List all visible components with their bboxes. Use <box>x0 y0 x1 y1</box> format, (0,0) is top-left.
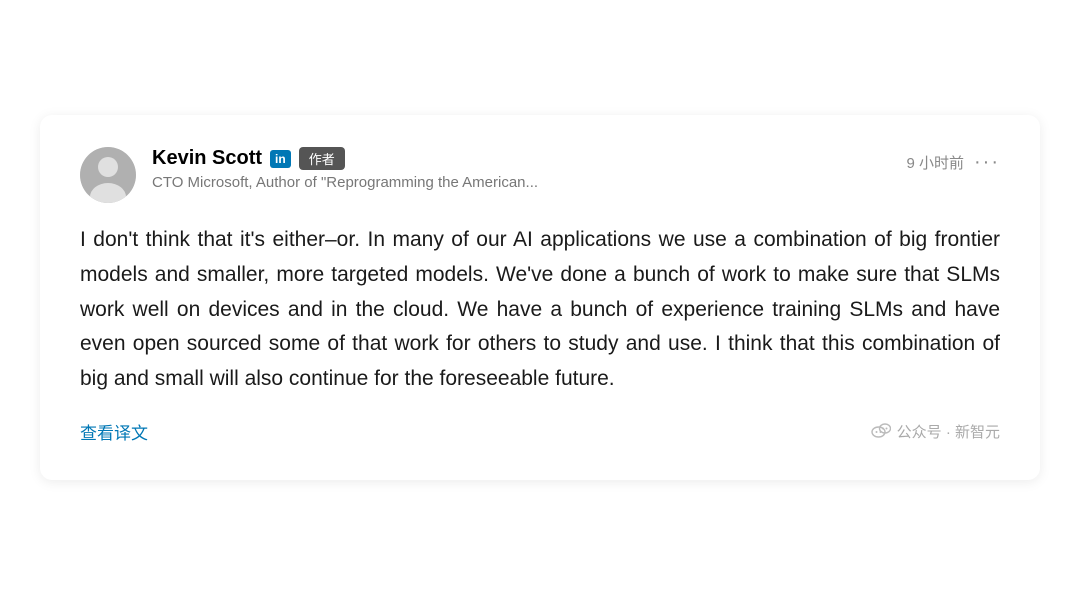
watermark: 公众号 · 新智元 <box>871 421 1000 442</box>
post-body: I don't think that it's either–or. In ma… <box>80 223 1000 396</box>
more-options[interactable]: ··· <box>974 151 1000 174</box>
post-meta: 9 小时前 ··· <box>907 147 1001 174</box>
avatar[interactable] <box>80 147 136 203</box>
author-subtitle: CTO Microsoft, Author of "Reprogramming … <box>152 174 538 191</box>
author-role-badge: 作者 <box>299 147 345 170</box>
watermark-text: 公众号 · 新智元 <box>897 421 1000 442</box>
post-card: Kevin Scott in 作者 CTO Microsoft, Author … <box>40 115 1040 479</box>
author-name[interactable]: Kevin Scott <box>152 147 262 170</box>
author-section: Kevin Scott in 作者 CTO Microsoft, Author … <box>80 147 538 203</box>
post-header: Kevin Scott in 作者 CTO Microsoft, Author … <box>80 147 1000 203</box>
author-name-row: Kevin Scott in 作者 <box>152 147 538 170</box>
wechat-icon <box>871 421 891 441</box>
post-time: 9 小时前 <box>907 152 965 173</box>
post-footer: 查看译文 公众号 · 新智元 <box>80 419 1000 444</box>
translate-link[interactable]: 查看译文 <box>80 419 148 444</box>
author-info: Kevin Scott in 作者 CTO Microsoft, Author … <box>152 147 538 191</box>
linkedin-badge: in <box>270 150 291 168</box>
